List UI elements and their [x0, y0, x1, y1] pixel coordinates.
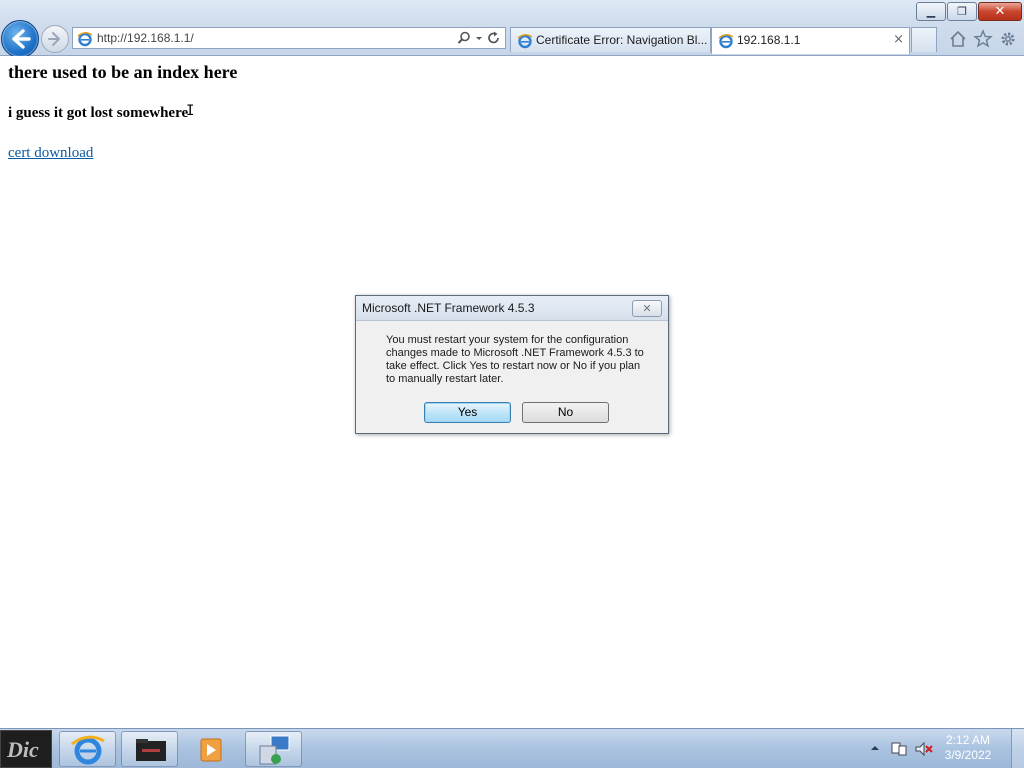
search-icon[interactable]: [457, 31, 471, 45]
refresh-icon[interactable]: [487, 31, 501, 45]
close-window-button[interactable]: ✕: [978, 2, 1022, 21]
dialog-title: Microsoft .NET Framework 4.5.3: [362, 301, 535, 315]
dropdown-icon[interactable]: [475, 31, 483, 45]
taskbar-file-explorer[interactable]: [121, 731, 178, 767]
tab-label: 192.168.1.1: [737, 33, 801, 47]
network-setup-icon: [259, 735, 290, 765]
show-desktop-button[interactable]: [1011, 729, 1024, 768]
internet-explorer-icon: [71, 735, 105, 765]
page-subheading: i guess it got lost somewhere: [8, 105, 189, 121]
back-button[interactable]: [1, 20, 39, 58]
ie-icon: [517, 34, 533, 49]
cert-download-link[interactable]: cert download: [8, 145, 93, 162]
minimize-button[interactable]: ▁: [916, 2, 946, 21]
restore-button[interactable]: ❐: [947, 2, 977, 21]
taskbar-media-player[interactable]: [183, 731, 240, 767]
taskbar-internet-explorer[interactable]: [59, 731, 116, 767]
system-clock[interactable]: 2:12 AM 3/9/2022: [938, 733, 998, 763]
tools-gear-icon[interactable]: [998, 29, 1018, 49]
start-button[interactable]: Dic: [0, 730, 52, 768]
close-icon: ✕: [994, 4, 1006, 19]
dialog-close-button[interactable]: ✕: [632, 300, 662, 317]
text-cursor-icon: I: [186, 103, 195, 119]
home-icon[interactable]: [948, 29, 968, 49]
network-icon[interactable]: [890, 740, 908, 758]
yes-button[interactable]: Yes: [424, 402, 511, 423]
close-icon: ✕: [642, 302, 652, 315]
dialog-message: You must restart your system for the con…: [386, 334, 644, 385]
address-text[interactable]: http://192.168.1.1/: [97, 28, 194, 48]
restore-icon: ❐: [957, 5, 967, 18]
page-heading: there used to be an index here: [8, 62, 238, 82]
ie-icon: [77, 32, 93, 47]
no-button[interactable]: No: [522, 402, 609, 423]
tab-close-icon[interactable]: ×: [893, 28, 904, 52]
start-label: Dic: [7, 737, 39, 762]
restart-dialog: Microsoft .NET Framework 4.5.3 ✕ You mus…: [355, 295, 669, 434]
forward-arrow-icon: [48, 32, 60, 46]
forward-button[interactable]: [41, 25, 69, 53]
address-tools: [457, 28, 501, 48]
dialog-titlebar[interactable]: Microsoft .NET Framework 4.5.3 ✕: [356, 296, 668, 321]
minimize-icon: ▁: [926, 5, 936, 18]
new-tab-button[interactable]: [911, 27, 937, 52]
taskbar: Dic 2:12 AM 3/9/2022: [0, 728, 1024, 768]
dialog-body: You must restart your system for the con…: [356, 321, 668, 433]
browser-chrome: ▁ ❐ ✕ http://192.168.1.1/ Certificate Er…: [0, 0, 1024, 58]
taskbar-network-setup[interactable]: [245, 731, 302, 767]
file-explorer-icon: [136, 739, 166, 761]
favorites-star-icon[interactable]: [973, 29, 993, 49]
ie-icon: [718, 34, 734, 49]
tab-label: Certificate Error: Navigation Bl...: [536, 33, 708, 47]
media-player-icon: [200, 738, 222, 762]
back-arrow-icon: [12, 29, 31, 49]
address-bar[interactable]: http://192.168.1.1/: [72, 27, 506, 49]
show-hidden-icons-icon[interactable]: [870, 743, 880, 753]
tab-certificate-error[interactable]: Certificate Error: Navigation Bl...: [510, 27, 711, 52]
tab-192-168-1-1[interactable]: 192.168.1.1 ×: [711, 27, 910, 54]
window-controls: ▁ ❐ ✕: [915, 2, 1022, 21]
volume-muted-icon[interactable]: [914, 740, 934, 758]
clock-time: 2:12 AM: [945, 733, 991, 747]
clock-date: 3/9/2022: [944, 748, 992, 762]
